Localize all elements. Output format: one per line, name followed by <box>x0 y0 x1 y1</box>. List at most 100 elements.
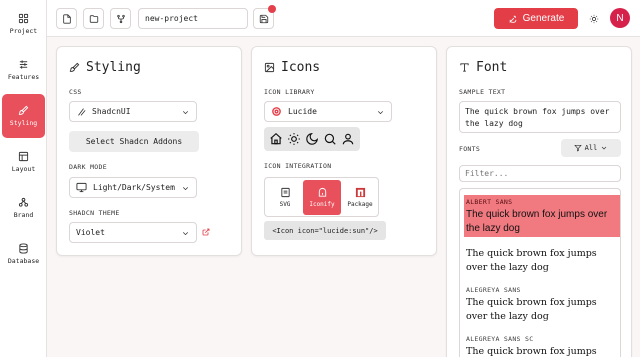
icons-card: Icons ICON LIBRARY Lucide ICON INTEGRATI… <box>251 46 437 256</box>
project-name-input[interactable] <box>138 8 248 29</box>
open-folder-button[interactable] <box>83 8 104 29</box>
icons-title-text: Icons <box>281 60 321 75</box>
svg-file-icon <box>280 187 290 198</box>
font-sample: The quick brown fox jumps over <box>466 346 597 357</box>
icon-library-select[interactable]: Lucide <box>264 101 392 122</box>
external-link-icon[interactable] <box>202 228 210 236</box>
icon-preview-strip <box>264 127 360 151</box>
integration-option-svg[interactable]: SVG <box>266 180 304 215</box>
font-name: ALEGREYA SANS SC <box>466 335 534 343</box>
theme-label: SHADCN THEME <box>69 209 120 217</box>
avatar-initial: N <box>616 12 624 24</box>
icon-library-label: ICON LIBRARY <box>264 88 315 96</box>
css-label: CSS <box>69 88 82 96</box>
new-file-button[interactable] <box>56 8 77 29</box>
file-icon <box>62 13 71 24</box>
moon-icon <box>306 132 319 145</box>
theme-toggle-button[interactable] <box>583 8 604 29</box>
sidebar-item-label: Database <box>7 257 40 265</box>
search-icon <box>324 133 336 145</box>
addons-label: Select Shadcn Addons <box>85 137 183 146</box>
sidebar-item-project[interactable]: Project <box>2 2 45 46</box>
save-icon <box>259 14 268 23</box>
sidebar-item-database[interactable]: Database <box>2 232 45 276</box>
brush-icon <box>18 105 29 115</box>
font-list-item[interactable]: ALEGREYA SANS The quick brown fox jumps … <box>464 283 620 329</box>
font-list-item[interactable]: ALBERT SANS The quick brown fox jumps ov… <box>464 195 620 237</box>
font-sample: The quick brown fox jumps over the lazy … <box>466 297 597 322</box>
image-icon <box>264 62 275 73</box>
sun-icon <box>288 133 300 145</box>
folder-icon <box>89 14 98 23</box>
dark-mode-label: DARK MODE <box>69 163 107 171</box>
chevron-down-icon <box>182 111 189 115</box>
monitor-icon <box>76 182 87 193</box>
integration-option-iconify[interactable]: Iconify <box>303 180 341 215</box>
dark-mode-select[interactable]: Light/Dark/System <box>69 177 197 198</box>
css-value: ShadcnUI <box>92 107 131 116</box>
font-list-item[interactable]: ALEGREYA SANS SC The quick brown fox jum… <box>464 332 620 357</box>
generate-label: Generate <box>522 13 565 24</box>
icon-integration-group: SVG Iconify Package <box>264 177 379 217</box>
database-icon <box>19 243 28 254</box>
sidebar-item-label: Styling <box>9 119 38 127</box>
filter-button-label: All <box>584 144 598 152</box>
generate-button[interactable]: Generate <box>494 8 578 29</box>
dark-mode-value: Light/Dark/System <box>93 183 175 192</box>
sun-icon <box>589 14 598 23</box>
font-title-text: Font <box>476 60 508 75</box>
sidebar-item-label: Layout <box>11 165 36 173</box>
theme-select[interactable]: Violet <box>69 222 197 243</box>
unsaved-indicator-dot <box>268 5 276 13</box>
sample-text-input[interactable]: The quick brown fox jumps over the lazy … <box>459 101 621 133</box>
sidebar-item-layout[interactable]: Layout <box>2 140 45 184</box>
select-addons-button[interactable]: Select Shadcn Addons <box>69 131 199 152</box>
type-icon <box>460 63 469 72</box>
font-list-item[interactable]: The quick brown fox jumps over the lazy … <box>464 244 620 284</box>
git-branch-icon <box>116 14 125 23</box>
font-list: ALBERT SANS The quick brown fox jumps ov… <box>459 188 621 357</box>
top-bar: Generate N <box>47 0 640 37</box>
icon-code-text: <Icon icon="lucide:sun"/> <box>272 226 378 235</box>
styling-title-text: Styling <box>86 60 141 75</box>
sample-text-label: SAMPLE TEXT <box>459 88 506 96</box>
sidebar-item-features[interactable]: Features <box>2 48 45 92</box>
sidebar-item-label: Project <box>9 27 38 35</box>
filter-icon <box>573 145 582 152</box>
wand-icon <box>509 15 516 23</box>
chevron-down-icon <box>602 146 607 150</box>
styling-title: Styling <box>69 60 141 75</box>
styling-card: Styling CSS ShadcnUI Select Shadcn Addon… <box>56 46 242 256</box>
branch-button[interactable] <box>110 8 131 29</box>
icon-code-sample: <Icon icon="lucide:sun"/> <box>264 221 386 240</box>
layout-grid-icon <box>18 13 29 24</box>
user-icon <box>342 133 354 145</box>
integration-option-package[interactable]: Package <box>341 180 379 215</box>
icon-integration-label: ICON INTEGRATION <box>264 162 332 170</box>
sidebar: Project Features Styling Layout Brand Da… <box>0 0 47 357</box>
font-sample: The quick brown fox jumps over the lazy … <box>466 209 608 234</box>
font-category-filter-button[interactable]: All <box>561 139 621 157</box>
css-select[interactable]: ShadcnUI <box>69 101 197 122</box>
theme-value: Violet <box>76 228 105 237</box>
fonts-label: FONTS <box>459 145 481 153</box>
sidebar-item-label: Features <box>7 73 40 81</box>
home-icon <box>270 132 282 145</box>
chevron-down-icon <box>182 187 189 191</box>
iconify-icon <box>318 187 326 197</box>
chevron-down-icon <box>377 111 384 115</box>
brush-icon <box>69 62 80 72</box>
font-name: ALBERT SANS <box>466 198 513 206</box>
font-sample: The quick brown fox jumps over the lazy … <box>466 248 597 273</box>
sidebar-item-brand[interactable]: Brand <box>2 186 45 230</box>
sidebar-item-label: Brand <box>13 211 34 219</box>
avatar[interactable]: N <box>610 8 630 28</box>
sidebar-item-styling[interactable]: Styling <box>2 94 45 138</box>
sample-text-value: The quick brown fox jumps over the lazy … <box>465 107 610 128</box>
lucide-logo-icon <box>272 107 281 116</box>
slash-icon <box>78 107 86 116</box>
font-filter-input[interactable] <box>459 165 621 182</box>
font-card: Font SAMPLE TEXT The quick brown fox jum… <box>446 46 632 357</box>
integration-label: Iconify <box>309 201 335 208</box>
integration-label: Package <box>347 201 373 208</box>
